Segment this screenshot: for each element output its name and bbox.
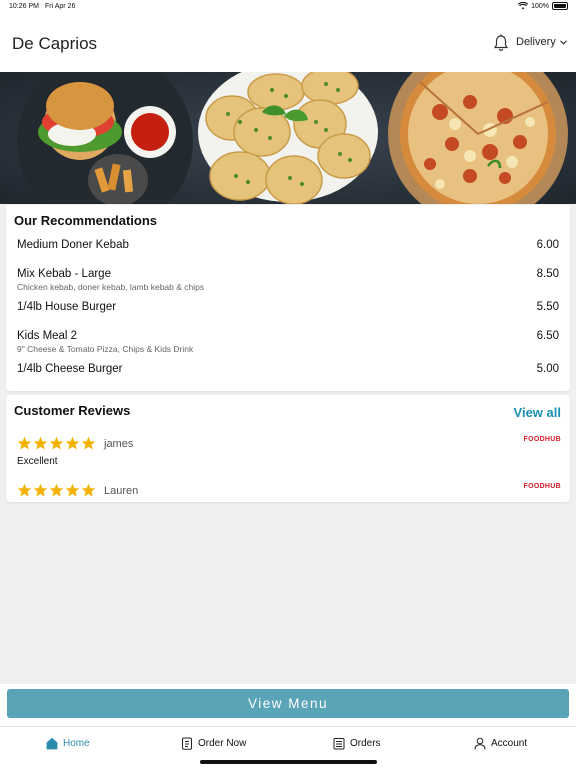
tab-label: Order Now: [198, 738, 247, 749]
item-price: 6.50: [536, 330, 559, 342]
view-menu-button[interactable]: View Menu: [7, 689, 569, 718]
chevron-down-icon: [559, 39, 567, 45]
item-name: 1/4lb House Burger: [17, 301, 117, 313]
reviewer-name: james: [104, 437, 134, 450]
order-icon: [182, 737, 192, 750]
star-icon: [49, 483, 64, 497]
status-date: Fri Apr 26: [45, 3, 76, 10]
tab-home[interactable]: Home: [46, 737, 90, 750]
review-item: james Excellent FOODHUB: [17, 436, 561, 467]
home-icon: [46, 737, 58, 750]
status-bar: 10:26 PM Fri Apr 26 100%: [0, 0, 576, 14]
bell-icon[interactable]: [493, 34, 509, 52]
menu-item[interactable]: Mix Kebab - Large Chicken kebab, doner k…: [17, 268, 559, 292]
star-rating: [17, 483, 96, 498]
item-description: 9" Cheese & Tomato Pizza, Chips & Kids D…: [17, 344, 194, 354]
menu-item[interactable]: 1/4lb House Burger 5.50: [17, 301, 559, 313]
delivery-selector[interactable]: Delivery: [516, 36, 567, 48]
recommendations-card: Our Recommendations Medium Doner Kebab 6…: [6, 205, 570, 391]
delivery-label: Delivery: [516, 36, 556, 48]
item-name: 1/4lb Cheese Burger: [17, 363, 123, 375]
tab-order-now[interactable]: Order Now: [181, 737, 246, 750]
star-icon: [49, 436, 64, 450]
status-right: 100%: [518, 2, 568, 10]
item-price: 6.00: [536, 239, 559, 251]
restaurant-title: De Caprios: [12, 34, 98, 53]
item-price: 5.50: [536, 301, 559, 313]
star-icon: [65, 483, 80, 497]
star-icon: [81, 436, 96, 450]
battery-icon: [552, 2, 568, 10]
status-time: 10:26 PM: [9, 3, 39, 10]
star-icon: [17, 483, 32, 497]
star-rating: [17, 436, 96, 451]
foodhub-logo: FOODHUB: [523, 483, 561, 490]
item-name: Kids Meal 2: [17, 330, 78, 342]
item-name: Medium Doner Kebab: [17, 239, 129, 251]
star-icon: [17, 436, 32, 450]
wifi-icon: [518, 2, 529, 10]
star-icon: [65, 436, 80, 450]
item-price: 8.50: [536, 268, 559, 280]
review-text: Excellent: [17, 456, 58, 467]
menu-item[interactable]: 1/4lb Cheese Burger 5.00: [17, 363, 559, 375]
tab-orders[interactable]: Orders: [333, 737, 381, 750]
view-all-link[interactable]: View all: [514, 405, 561, 420]
reviews-card: Customer Reviews View all james Excellen…: [6, 395, 570, 502]
menu-item[interactable]: Medium Doner Kebab 6.00: [17, 239, 559, 251]
battery-percent: 100%: [531, 2, 549, 10]
item-description: Chicken kebab, doner kebab, lamb kebab &…: [17, 282, 205, 292]
star-icon: [33, 483, 48, 497]
tab-account[interactable]: Account: [474, 737, 527, 750]
item-name: Mix Kebab - Large: [17, 268, 111, 280]
tab-label: Account: [491, 738, 528, 749]
orders-icon: [333, 738, 345, 750]
item-price: 5.00: [536, 363, 559, 375]
tab-label: Orders: [350, 738, 381, 749]
hero-banner: [0, 72, 576, 204]
foodhub-logo: FOODHUB: [523, 436, 561, 443]
reviewer-name: Lauren: [104, 484, 139, 497]
star-icon: [33, 436, 48, 450]
app-header: De Caprios Delivery: [0, 14, 576, 72]
reviews-title: Customer Reviews: [14, 403, 131, 418]
home-indicator: [200, 760, 377, 764]
review-item: Lauren FOODHUB: [17, 483, 561, 498]
account-icon: [474, 737, 486, 750]
star-icon: [81, 483, 96, 497]
food-banner-image: [0, 72, 576, 204]
tab-label: Home: [63, 738, 90, 749]
recommendations-title: Our Recommendations: [14, 213, 158, 228]
menu-item[interactable]: Kids Meal 2 9" Cheese & Tomato Pizza, Ch…: [17, 330, 559, 354]
